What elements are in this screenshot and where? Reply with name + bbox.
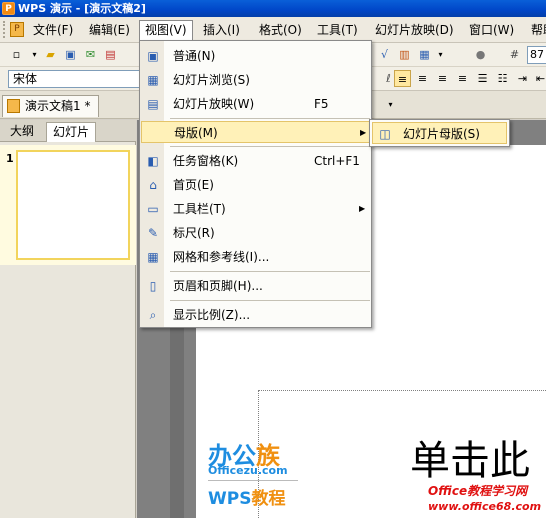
menu-separator — [170, 300, 370, 301]
watermark-tutorial-main: WPS — [208, 489, 252, 509]
watermark-tutorial-accent: 教程 — [251, 489, 286, 509]
normal-view-icon: ▣ — [147, 49, 159, 63]
menu-separator — [170, 271, 370, 272]
menu-separator — [170, 146, 370, 147]
open-folder-icon[interactable]: ▰ — [42, 46, 59, 63]
new-dropdown-icon[interactable]: ▾ — [26, 46, 43, 63]
wps-app-icon: P — [2, 2, 15, 15]
slide-sorter-icon: ▦ — [147, 73, 159, 87]
outdent-icon[interactable]: ⇤ — [532, 70, 546, 87]
view-menu-slideshow[interactable]: ▤ 幻灯片放映(W) F5 — [141, 93, 371, 115]
watermark-site-name: Office教程学习网 — [428, 484, 528, 498]
watermark-logo-url: Officezu.com — [208, 464, 288, 477]
menu-help[interactable]: 帮助 — [526, 20, 546, 40]
document-menu-icon[interactable]: P — [10, 22, 24, 37]
menubar-grip — [3, 21, 6, 38]
menu-format[interactable]: 格式(O) — [254, 20, 307, 40]
menu-separator — [170, 118, 370, 119]
view-menu-toolbars[interactable]: ▭ 工具栏(T) ▶ — [141, 198, 371, 220]
save-icon[interactable]: ▣ — [62, 46, 79, 63]
align-right-icon[interactable]: ≡ — [434, 70, 451, 87]
view-menu-home[interactable]: ⌂ 首页(E) — [141, 174, 371, 196]
submenu-slide-master[interactable]: ◫ 幻灯片母版(S) — [372, 122, 507, 144]
align-left-icon[interactable]: ≡ — [394, 70, 411, 87]
watermark-tutorial: WPS教程 — [208, 484, 285, 509]
slide-master-icon: ◫ — [379, 127, 391, 141]
view-menu-normal[interactable]: ▣ 普通(N) — [141, 45, 371, 67]
menu-tools[interactable]: 工具(T) — [312, 20, 363, 40]
chart-icon[interactable]: ▥ — [396, 46, 413, 63]
doc-tab-label: 演示文稿1 * — [25, 99, 91, 113]
tab-outline[interactable]: 大纲 — [4, 122, 40, 142]
menu-insert[interactable]: 插入(I) — [198, 20, 245, 40]
master-submenu: ◫ 幻灯片母版(S) — [369, 119, 510, 147]
toolbar-icon: ▭ — [147, 202, 159, 216]
task-pane-icon: ◧ — [147, 154, 159, 168]
slide-thumbnail-1[interactable] — [16, 150, 130, 260]
view-menu-slide-sorter[interactable]: ▦ 幻灯片浏览(S) — [141, 69, 371, 91]
home-icon: ⌂ — [149, 178, 157, 192]
formula-icon[interactable]: √ — [376, 46, 393, 63]
table-dropdown-icon[interactable]: ▾ — [432, 46, 449, 63]
watermark-site-url: www.office68.com — [428, 500, 542, 513]
view-menu-ruler[interactable]: ✎ 标尺(R) — [141, 222, 371, 244]
view-menu-header-footer[interactable]: ▯ 页眉和页脚(H)... — [141, 275, 371, 297]
view-menu-task-pane[interactable]: ◧ 任务窗格(K) Ctrl+F1 — [141, 150, 371, 172]
menu-file[interactable]: 文件(F) — [28, 20, 78, 40]
submenu-arrow-icon: ▶ — [359, 204, 366, 213]
presentation-file-icon — [7, 99, 20, 113]
title-bar: P WPS 演示 - [演示文稿2] — [0, 0, 546, 17]
justify-icon[interactable]: ≡ — [454, 70, 471, 87]
submenu-arrow-icon: ▶ — [360, 128, 367, 137]
tab-slides[interactable]: 幻灯片 — [46, 122, 97, 142]
export-pdf-icon[interactable]: ▤ — [102, 46, 119, 63]
view-menu-master[interactable]: 母版(M) ▶ — [141, 121, 371, 143]
table-icon[interactable]: ▦ — [416, 46, 433, 63]
menu-slideshow[interactable]: 幻灯片放映(D) — [370, 20, 459, 40]
send-mail-icon[interactable]: ✉ — [82, 46, 99, 63]
font-name-field[interactable]: 宋体 — [8, 70, 140, 88]
bullets-icon[interactable]: ☰ — [474, 70, 491, 87]
header-footer-icon: ▯ — [149, 279, 157, 293]
view-menu-dropdown: ▣ 普通(N) ▦ 幻灯片浏览(S) ▤ 幻灯片放映(W) F5 母版(M) ▶… — [139, 40, 372, 328]
slide-thumb-number: 1 — [6, 152, 14, 165]
doc-tab-presentation1[interactable]: 演示文稿1 * — [2, 95, 100, 117]
window-title: WPS 演示 - [演示文稿2] — [18, 2, 146, 15]
grid-icon: ▦ — [147, 250, 159, 264]
watermark-divider — [208, 480, 298, 481]
slideshow-icon: ▤ — [147, 97, 159, 111]
align-center-icon[interactable]: ≡ — [414, 70, 431, 87]
ruler-icon: ✎ — [147, 226, 159, 240]
shapes-icon[interactable]: ● — [472, 46, 489, 63]
zoom-icon: ⌕ — [149, 308, 157, 322]
menu-edit[interactable]: 编辑(E) — [84, 20, 135, 40]
tabs-dropdown-icon[interactable]: ▾ — [382, 96, 399, 113]
zoom-level-field[interactable]: 87 — [527, 46, 546, 64]
pane-tabs: 大纲 幻灯片 — [0, 120, 136, 142]
view-menu-zoom[interactable]: ⌕ 显示比例(Z)... — [141, 304, 371, 326]
grid-toggle-icon[interactable]: # — [506, 46, 523, 63]
title-placeholder-text[interactable]: 单击此 — [410, 428, 530, 486]
menu-view[interactable]: 视图(V) — [139, 20, 193, 40]
menu-window[interactable]: 窗口(W) — [464, 20, 519, 40]
view-menu-grid-guides[interactable]: ▦ 网格和参考线(I)... — [141, 246, 371, 268]
indent-icon[interactable]: ⇥ — [514, 70, 531, 87]
new-document-icon[interactable]: ▫ — [8, 46, 25, 63]
numbering-icon[interactable]: ☷ — [494, 70, 511, 87]
